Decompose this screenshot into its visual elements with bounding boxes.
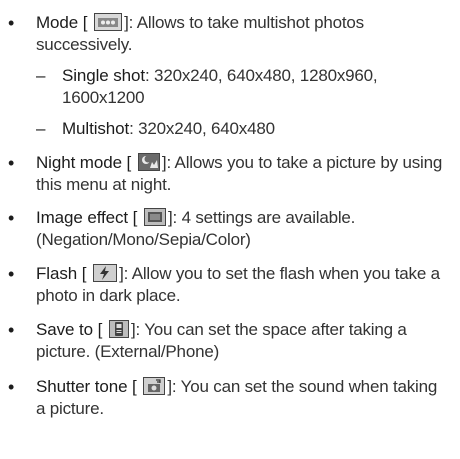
list-item-image-effect: • Image effect [ ]: 4 settings are avail…: [0, 207, 448, 251]
manual-page: • Mode [ ]: Allows to take multishot pho…: [0, 0, 460, 459]
item-term: Save to [: [36, 320, 103, 339]
sub-item-multishot: – Multishot: 320x240, 640x480: [0, 118, 448, 140]
multishot-icon: [94, 13, 123, 31]
item-term: Shutter tone [: [36, 377, 137, 396]
flash-icon: [93, 264, 118, 282]
item-term: Flash [: [36, 264, 87, 283]
item-term: Image effect [: [36, 208, 138, 227]
night-mode-icon: [137, 153, 160, 171]
image-effect-icon: [144, 208, 167, 226]
item-text: Flash [ ]: Allow you to set the flash wh…: [36, 263, 448, 307]
sub-item-text: Multishot: 320x240, 640x480: [62, 118, 448, 140]
item-text: Mode [ ]: Allows to take multishot photo…: [36, 12, 448, 56]
dash: –: [36, 66, 46, 85]
item-term: Mode [: [36, 13, 88, 32]
sub-item-term: Single shot: [62, 66, 146, 85]
item-term: Night mode [: [36, 153, 132, 172]
sub-item-text: Single shot: 320x240, 640x480, 1280x960,…: [62, 65, 448, 109]
save-to-phone-icon: [108, 320, 129, 338]
bullet: •: [8, 13, 15, 33]
bullet: •: [8, 377, 15, 397]
bullet: •: [8, 153, 15, 173]
bullet: •: [8, 264, 15, 284]
list-item-mode: • Mode [ ]: Allows to take multishot pho…: [0, 12, 448, 56]
list-item-flash: • Flash [ ]: Allow you to set the flash …: [0, 263, 448, 307]
dash: –: [36, 119, 46, 138]
list-item-night-mode: • Night mode [ ]: Allows you to take a p…: [0, 152, 448, 196]
list-item-shutter-tone: • Shutter tone [ ]: You can set the soun…: [0, 376, 448, 420]
item-text: Image effect [ ]: 4 settings are availab…: [36, 207, 448, 251]
list-item-save-to: • Save to [ ]: You can set the space aft…: [0, 319, 448, 363]
sub-item-term: Multishot: [62, 119, 130, 138]
item-text: Shutter tone [ ]: You can set the sound …: [36, 376, 448, 420]
item-text: Save to [ ]: You can set the space after…: [36, 319, 448, 363]
sub-item-single-shot: – Single shot: 320x240, 640x480, 1280x96…: [0, 65, 448, 109]
item-text: Night mode [ ]: Allows you to take a pic…: [36, 152, 448, 196]
shutter-tone-icon: [143, 377, 166, 395]
bullet: •: [8, 320, 15, 340]
bullet: •: [8, 208, 15, 228]
sub-item-desc: : 320x240, 640x480: [129, 119, 275, 138]
